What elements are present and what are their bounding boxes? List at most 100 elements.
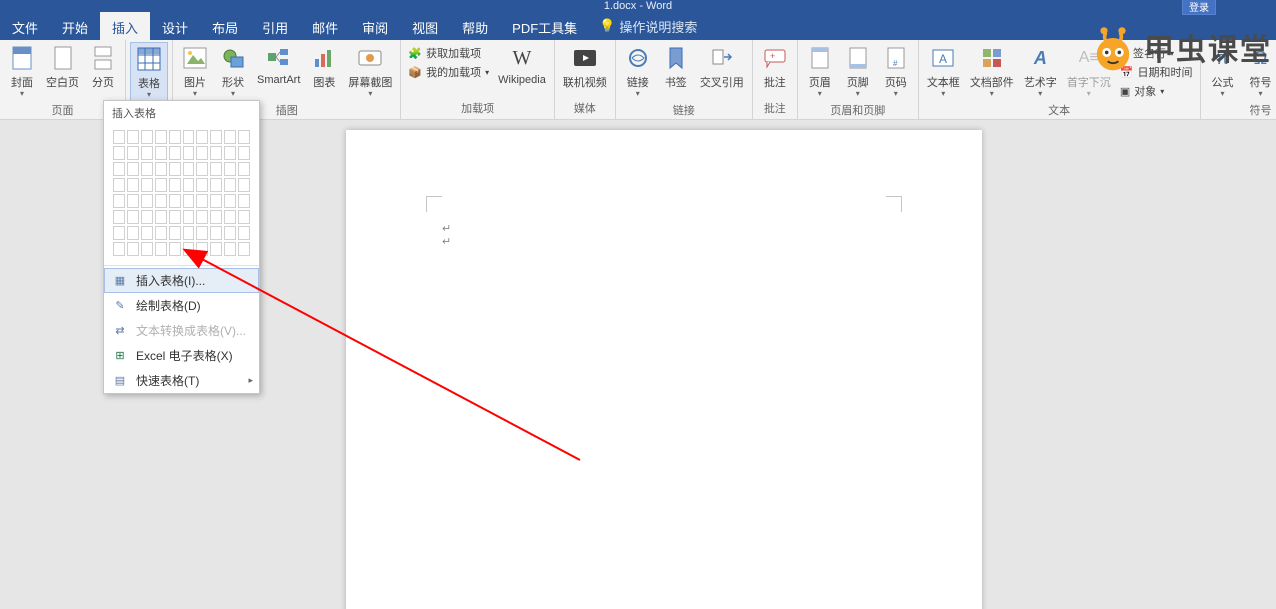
tab-references[interactable]: 引用 [250,12,300,40]
grid-cell[interactable] [169,194,181,208]
grid-cell[interactable] [196,130,208,144]
grid-cell[interactable] [210,162,222,176]
grid-cell[interactable] [169,242,181,256]
textbox-button[interactable]: A 文本框 ▾ [923,42,964,100]
grid-cell[interactable] [113,162,125,176]
chart-button[interactable]: 图表 [306,42,342,92]
login-button[interactable]: 登录 [1182,0,1216,15]
grid-cell[interactable] [183,130,195,144]
tab-file[interactable]: 文件 [0,12,50,40]
table-button[interactable]: 表格 ▾ [130,42,168,102]
tab-home[interactable]: 开始 [50,12,100,40]
grid-cell[interactable] [155,178,167,192]
grid-cell[interactable] [238,242,250,256]
grid-cell[interactable] [113,242,125,256]
grid-cell[interactable] [155,194,167,208]
grid-cell[interactable] [183,226,195,240]
tab-design[interactable]: 设计 [150,12,200,40]
grid-cell[interactable] [210,242,222,256]
tell-me-search[interactable]: 💡 操作说明搜索 [589,12,707,40]
grid-cell[interactable] [127,146,139,160]
link-button[interactable]: 链接 ▾ [620,42,656,100]
grid-cell[interactable] [141,130,153,144]
grid-cell[interactable] [141,210,153,224]
footer-button[interactable]: 页脚 ▾ [840,42,876,100]
bookmark-button[interactable]: 书签 [658,42,694,92]
grid-cell[interactable] [155,226,167,240]
get-addins-button[interactable]: 🧩 获取加载项 [405,44,492,62]
grid-cell[interactable] [196,210,208,224]
grid-cell[interactable] [155,146,167,160]
grid-cell[interactable] [224,194,236,208]
grid-cell[interactable] [210,194,222,208]
grid-cell[interactable] [141,162,153,176]
wordart-button[interactable]: A 艺术字 ▾ [1020,42,1061,100]
tab-view[interactable]: 视图 [400,12,450,40]
quick-parts-button[interactable]: 文档部件 ▾ [966,42,1018,100]
menu-excel-spreadsheet[interactable]: ⊞ Excel 电子表格(X) [104,343,259,368]
grid-cell[interactable] [183,210,195,224]
grid-cell[interactable] [113,130,125,144]
grid-cell[interactable] [127,210,139,224]
grid-cell[interactable] [238,178,250,192]
cover-page-button[interactable]: 封面 ▾ [4,42,40,100]
grid-cell[interactable] [224,130,236,144]
grid-cell[interactable] [210,178,222,192]
wikipedia-button[interactable]: W Wikipedia [494,42,550,88]
grid-cell[interactable] [113,226,125,240]
page[interactable]: ↵↵ [346,130,982,609]
grid-cell[interactable] [238,130,250,144]
tab-layout[interactable]: 布局 [200,12,250,40]
menu-draw-table[interactable]: ✎ 绘制表格(D) [104,293,259,318]
tab-review[interactable]: 审阅 [350,12,400,40]
grid-cell[interactable] [113,210,125,224]
grid-cell[interactable] [210,210,222,224]
page-number-button[interactable]: # 页码 ▾ [878,42,914,100]
grid-cell[interactable] [183,194,195,208]
grid-cell[interactable] [169,210,181,224]
tab-mailings[interactable]: 邮件 [300,12,350,40]
grid-cell[interactable] [183,146,195,160]
grid-cell[interactable] [196,162,208,176]
grid-cell[interactable] [210,226,222,240]
grid-cell[interactable] [127,162,139,176]
grid-cell[interactable] [224,226,236,240]
grid-cell[interactable] [127,242,139,256]
pictures-button[interactable]: 图片 ▾ [177,42,213,100]
grid-cell[interactable] [238,210,250,224]
page-break-button[interactable]: 分页 [85,42,121,92]
grid-cell[interactable] [224,210,236,224]
grid-cell[interactable] [127,194,139,208]
grid-cell[interactable] [238,194,250,208]
smartart-button[interactable]: SmartArt [253,42,304,88]
grid-cell[interactable] [224,178,236,192]
grid-cell[interactable] [224,146,236,160]
shapes-button[interactable]: 形状 ▾ [215,42,251,100]
grid-cell[interactable] [196,146,208,160]
grid-cell[interactable] [127,226,139,240]
blank-page-button[interactable]: 空白页 [42,42,83,92]
grid-cell[interactable] [141,242,153,256]
grid-cell[interactable] [141,194,153,208]
grid-cell[interactable] [113,178,125,192]
menu-insert-table[interactable]: ▦ 插入表格(I)... [104,268,259,293]
screenshot-button[interactable]: 屏幕截图 ▾ [344,42,396,100]
online-video-button[interactable]: 联机视频 [559,42,611,92]
grid-cell[interactable] [224,162,236,176]
grid-cell[interactable] [169,162,181,176]
object-button[interactable]: ▣ 对象 ▾ [1117,82,1196,100]
tab-insert[interactable]: 插入 [100,12,150,40]
tab-help[interactable]: 帮助 [450,12,500,40]
grid-cell[interactable] [113,146,125,160]
grid-cell[interactable] [141,146,153,160]
insert-table-grid[interactable] [104,125,259,263]
grid-cell[interactable] [224,242,236,256]
grid-cell[interactable] [127,178,139,192]
grid-cell[interactable] [169,226,181,240]
grid-cell[interactable] [127,130,139,144]
grid-cell[interactable] [238,162,250,176]
grid-cell[interactable] [238,146,250,160]
cross-reference-button[interactable]: 交叉引用 [696,42,748,92]
grid-cell[interactable] [141,226,153,240]
grid-cell[interactable] [169,146,181,160]
